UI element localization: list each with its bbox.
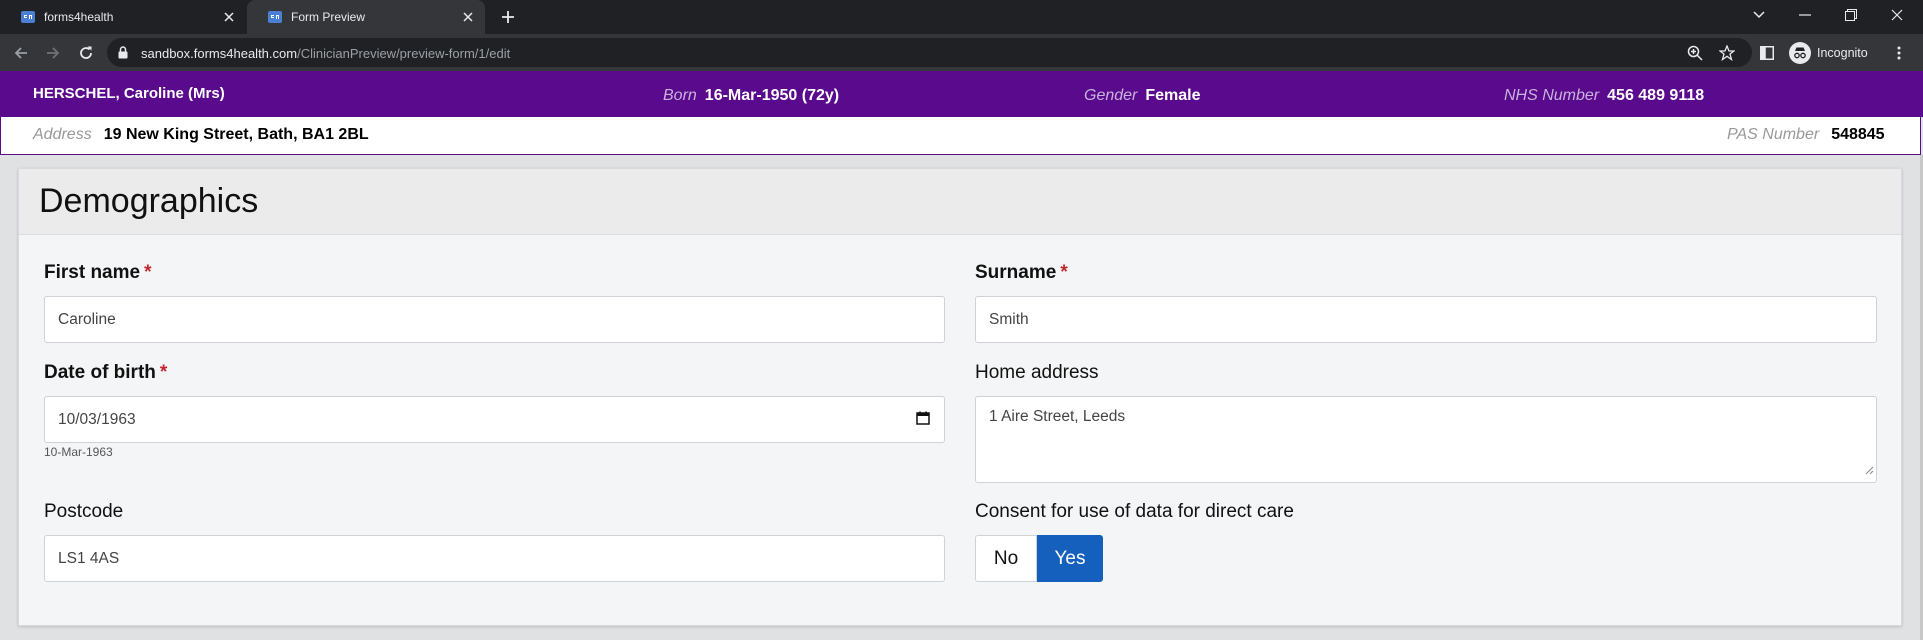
born-label: Born bbox=[663, 87, 697, 104]
browser-tab-strip: forms4health Form Preview bbox=[0, 0, 1923, 34]
close-tab-icon[interactable] bbox=[460, 9, 476, 25]
incognito-indicator[interactable]: Incognito bbox=[1789, 41, 1868, 65]
home-address-label: Home address bbox=[975, 362, 1099, 383]
nhs-value: 456 489 9118 bbox=[1607, 87, 1705, 104]
patient-born: Born 16-Mar-1950 (72y) bbox=[663, 87, 839, 105]
required-marker: * bbox=[159, 362, 168, 383]
patient-banner: HERSCHEL, Caroline (Mrs) Born 16-Mar-1950… bbox=[0, 71, 1923, 117]
home-address-field[interactable]: 1 Aire Street, Leeds bbox=[975, 396, 1877, 483]
browser-toolbar: sandbox.forms4health.com/ClinicianPrevie… bbox=[0, 34, 1923, 71]
minimize-icon[interactable] bbox=[1792, 4, 1818, 26]
address-label: Address bbox=[33, 126, 92, 143]
nhs-label: NHS Number bbox=[1504, 87, 1600, 104]
patient-gender: Gender Female bbox=[1084, 87, 1201, 105]
browser-tab-forms4health[interactable]: forms4health bbox=[0, 0, 246, 34]
patient-address-bar: Address 19 New King Street, Bath, BA1 2BL… bbox=[0, 117, 1921, 155]
patient-address: Address 19 New King Street, Bath, BA1 2BL bbox=[33, 126, 369, 144]
incognito-icon bbox=[1789, 42, 1811, 64]
lock-icon[interactable] bbox=[118, 46, 128, 64]
tab-title: Form Preview bbox=[291, 10, 366, 24]
resize-handle-icon[interactable] bbox=[1865, 462, 1874, 480]
born-value: 16-Mar-1950 (72y) bbox=[704, 87, 840, 104]
forward-arrow-icon[interactable] bbox=[42, 42, 64, 64]
postcode-label: Postcode bbox=[44, 501, 124, 522]
zoom-icon[interactable] bbox=[1686, 44, 1704, 62]
consent-yes-button[interactable]: Yes bbox=[1037, 535, 1103, 582]
patient-name: HERSCHEL, Caroline (Mrs) bbox=[33, 85, 225, 102]
dob-value: 10/03/1963 bbox=[58, 410, 136, 428]
first-name-label: First name * bbox=[44, 262, 152, 283]
browser-tab-form-preview[interactable]: Form Preview bbox=[247, 0, 485, 34]
close-window-icon[interactable] bbox=[1884, 4, 1910, 26]
restore-icon[interactable] bbox=[1838, 4, 1864, 26]
new-tab-icon[interactable] bbox=[498, 7, 518, 27]
consent-no-button[interactable]: No bbox=[975, 535, 1037, 582]
demographics-form: Demographics First name * Caroline Surnam… bbox=[18, 168, 1902, 626]
surname-field[interactable]: Smith bbox=[975, 296, 1877, 343]
first-name-field[interactable]: Caroline bbox=[44, 296, 945, 343]
tab-title: forms4health bbox=[44, 10, 114, 24]
patient-pas-number: PAS Number 548845 bbox=[1727, 126, 1885, 144]
pas-label: PAS Number bbox=[1727, 126, 1820, 143]
incognito-label: Incognito bbox=[1817, 46, 1868, 60]
close-tab-icon[interactable] bbox=[221, 9, 237, 25]
form-header: Demographics bbox=[19, 169, 1901, 235]
required-marker: * bbox=[144, 262, 152, 283]
pas-value: 548845 bbox=[1831, 126, 1885, 143]
browser-menu-icon[interactable] bbox=[1890, 44, 1908, 62]
address-value: 19 New King Street, Bath, BA1 2BL bbox=[103, 126, 369, 143]
consent-label: Consent for use of data for direct care bbox=[975, 501, 1294, 522]
address-bar[interactable]: sandbox.forms4health.com/ClinicianPrevie… bbox=[107, 38, 1752, 67]
surname-label: Surname * bbox=[975, 262, 1068, 283]
gender-label: Gender bbox=[1084, 87, 1138, 104]
postcode-field[interactable]: LS1 4AS bbox=[44, 535, 945, 582]
tab-search-chevron-icon[interactable] bbox=[1746, 4, 1772, 26]
back-arrow-icon[interactable] bbox=[10, 42, 32, 64]
dob-field[interactable]: 10/03/1963 bbox=[44, 396, 945, 443]
dob-hint: 10-Mar-1963 bbox=[44, 445, 113, 459]
consent-toggle[interactable]: No Yes bbox=[975, 535, 1103, 582]
bookmark-star-icon[interactable] bbox=[1718, 44, 1736, 62]
calendar-icon[interactable] bbox=[916, 411, 930, 430]
patient-nhs-number: NHS Number 456 489 9118 bbox=[1504, 87, 1704, 105]
reload-icon[interactable] bbox=[75, 42, 97, 64]
form-title: Demographics bbox=[39, 182, 259, 220]
url-text[interactable]: sandbox.forms4health.com/ClinicianPrevie… bbox=[141, 46, 510, 61]
site-favicon-icon bbox=[268, 10, 282, 24]
site-favicon-icon bbox=[21, 10, 35, 24]
gender-value: Female bbox=[1145, 87, 1201, 104]
dob-label: Date of birth * bbox=[44, 362, 168, 383]
home-address-value: 1 Aire Street, Leeds bbox=[989, 408, 1126, 425]
required-marker: * bbox=[1060, 262, 1068, 283]
side-panel-icon[interactable] bbox=[1758, 44, 1776, 62]
